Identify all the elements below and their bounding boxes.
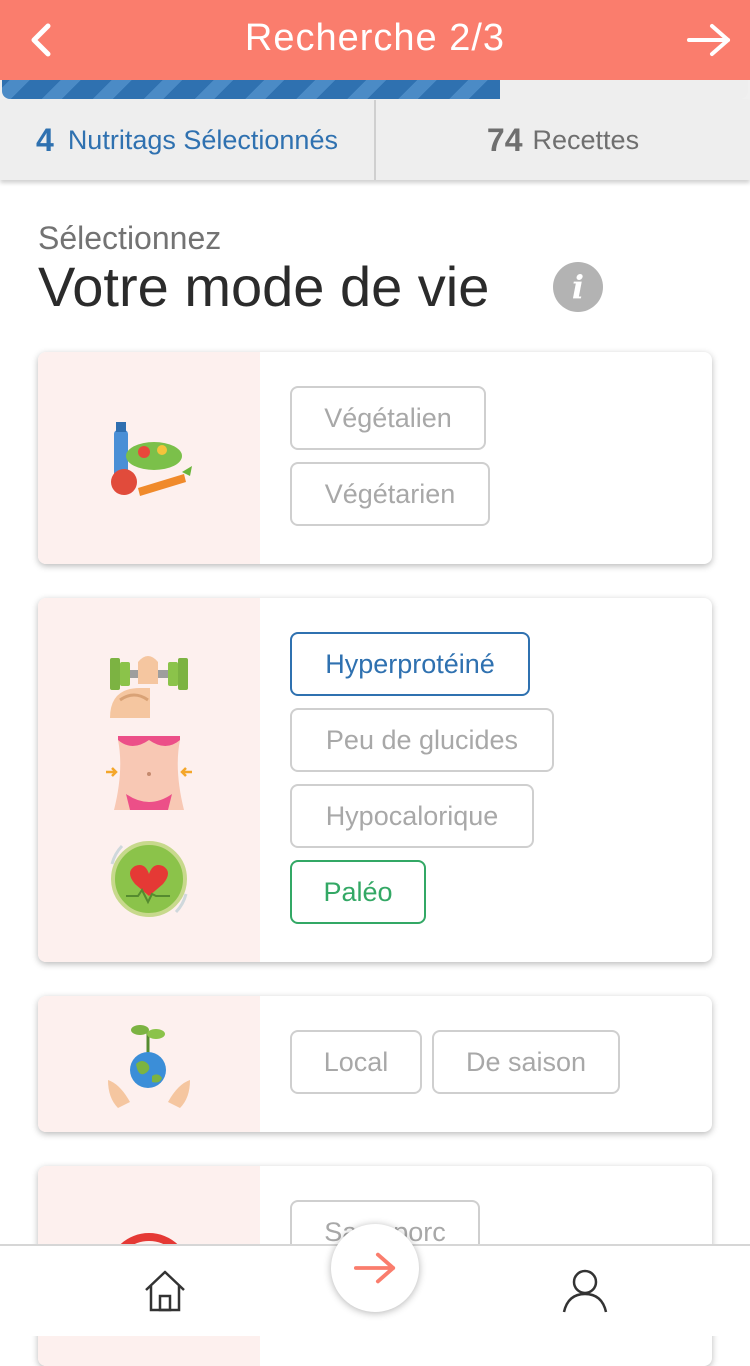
recipes-count-box[interactable]: 74 Recettes — [376, 100, 750, 180]
section-heading: Votre mode de vie — [38, 255, 490, 318]
progress-bar — [0, 80, 750, 100]
tag-de-saison[interactable]: De saison — [432, 1030, 620, 1094]
selected-count: 4 — [36, 121, 54, 158]
recipes-label: Recettes — [532, 124, 640, 155]
dumbbell-arm-icon — [110, 656, 188, 718]
info-icon[interactable]: i — [553, 262, 603, 312]
card-icon-panel — [38, 352, 260, 564]
page-title: Recherche 2/3 — [244, 17, 506, 59]
selection-summary: 4 Nutritags Sélectionnés 74 Recettes — [0, 100, 750, 180]
user-icon[interactable] — [560, 1266, 610, 1316]
next-arrow-icon[interactable] — [686, 22, 732, 58]
category-card-origin: Local De saison — [38, 996, 712, 1132]
tag-vegetalien[interactable]: Végétalien — [290, 386, 486, 450]
progress-fill — [2, 80, 500, 99]
category-card-diet: Végétalien Végétarien — [38, 352, 712, 564]
card-icon-panel — [38, 996, 260, 1132]
tag-hyperproteine[interactable]: Hyperprotéiné — [290, 632, 530, 696]
earth-plant-hands-icon — [108, 1025, 190, 1108]
selected-nutritags[interactable]: 4 Nutritags Sélectionnés — [0, 100, 374, 180]
heart-health-icon — [110, 841, 188, 917]
next-step-button[interactable] — [331, 1224, 419, 1312]
vegetables-icon — [111, 422, 192, 496]
card-icon-panel — [38, 598, 260, 962]
home-icon[interactable] — [140, 1266, 190, 1316]
tag-hypocalorique[interactable]: Hypocalorique — [290, 784, 534, 848]
tag-local[interactable]: Local — [290, 1030, 422, 1094]
tag-peu-de-glucides[interactable]: Peu de glucides — [290, 708, 554, 772]
selected-label: Nutritags Sélectionnés — [67, 124, 338, 155]
top-bar: Recherche 2/3 — [0, 0, 750, 80]
tag-paleo[interactable]: Paléo — [290, 860, 426, 924]
next-arrow-icon — [353, 1252, 396, 1284]
category-card-fitness: Hyperprotéiné Peu de glucides Hypocalori… — [38, 598, 712, 962]
section-subtitle: Sélectionnez — [38, 220, 222, 256]
slim-waist-icon — [106, 736, 192, 810]
tag-vegetarien[interactable]: Végétarien — [290, 462, 490, 526]
recipes-count: 74 — [486, 121, 523, 158]
